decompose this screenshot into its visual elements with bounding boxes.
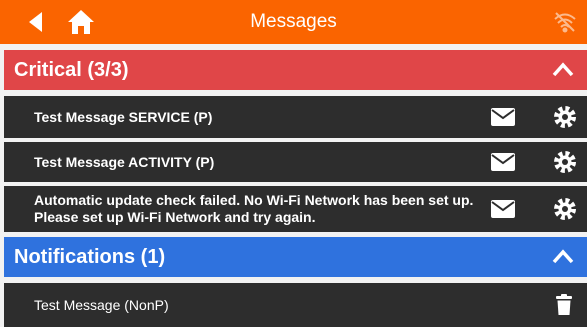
chevron-up-icon[interactable] xyxy=(551,59,575,81)
notifications-section-label: Notifications (1) xyxy=(14,246,166,268)
message-row[interactable]: Automatic update check failed. No Wi-Fi … xyxy=(4,186,587,232)
envelope-icon[interactable] xyxy=(490,107,516,127)
top-bar: Messages xyxy=(0,0,587,44)
trash-icon[interactable] xyxy=(554,294,574,316)
message-row[interactable]: Test Message ACTIVITY (P) xyxy=(4,142,587,182)
envelope-icon[interactable] xyxy=(490,152,516,172)
gear-icon[interactable] xyxy=(552,196,578,222)
wifi-off-icon xyxy=(553,10,577,34)
critical-section-label: Critical (3/3) xyxy=(14,59,129,81)
message-text: Test Message ACTIVITY (P) xyxy=(34,154,215,170)
page-title: Messages xyxy=(250,11,337,32)
gear-icon[interactable] xyxy=(552,104,578,130)
message-text: Test Message SERVICE (P) xyxy=(34,109,213,125)
message-text: Automatic update check failed. No Wi-Fi … xyxy=(34,192,474,225)
critical-section-header[interactable]: Critical (3/3) xyxy=(4,50,587,90)
gear-icon[interactable] xyxy=(552,149,578,175)
message-row[interactable]: Test Message (NonP) xyxy=(4,283,587,327)
envelope-icon[interactable] xyxy=(490,199,516,219)
message-text: Test Message (NonP) xyxy=(34,297,169,313)
notifications-section-header[interactable]: Notifications (1) xyxy=(4,237,587,277)
chevron-up-icon[interactable] xyxy=(551,246,575,268)
message-row[interactable]: Test Message SERVICE (P) xyxy=(4,96,587,138)
